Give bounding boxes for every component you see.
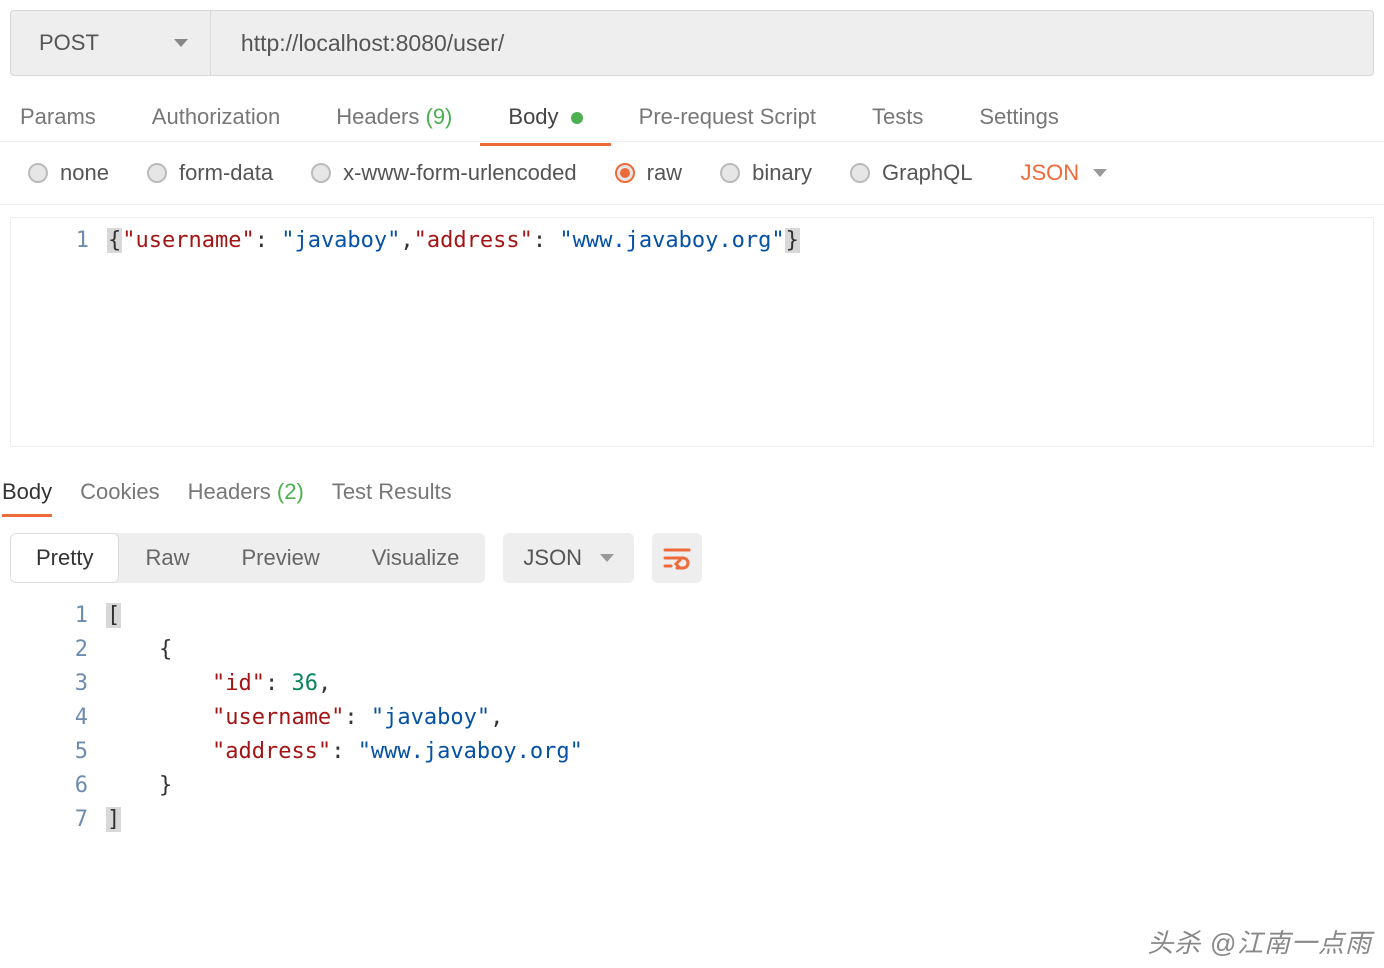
- rtab-headers[interactable]: Headers (2): [188, 473, 304, 515]
- wrap-icon: [663, 546, 691, 570]
- line-number: 3: [10, 667, 88, 701]
- code-line: {"username": "javaboy","address": "www.j…: [107, 224, 1373, 258]
- radio-icon: [28, 163, 48, 183]
- seg-visualize[interactable]: Visualize: [346, 533, 486, 583]
- radio-raw[interactable]: raw: [615, 160, 682, 186]
- line-number: 6: [10, 769, 88, 803]
- seg-pretty[interactable]: Pretty: [10, 533, 119, 583]
- response-format-value: JSON: [523, 545, 582, 571]
- seg-preview[interactable]: Preview: [215, 533, 345, 583]
- http-method-value: POST: [39, 30, 99, 56]
- wrap-lines-button[interactable]: [652, 533, 702, 583]
- content-type-select[interactable]: JSON: [1021, 160, 1108, 186]
- radio-graphql[interactable]: GraphQL: [850, 160, 973, 186]
- response-format-select[interactable]: JSON: [503, 533, 634, 583]
- radio-icon: [850, 163, 870, 183]
- response-tabs: Body Cookies Headers (2) Test Results: [0, 447, 1384, 515]
- tab-params[interactable]: Params: [10, 94, 124, 144]
- line-number: 2: [10, 633, 88, 667]
- content-type-value: JSON: [1021, 160, 1080, 186]
- request-tabs: Params Authorization Headers (9) Body Pr…: [0, 96, 1384, 142]
- http-method-select[interactable]: POST: [11, 11, 211, 75]
- response-body-editor[interactable]: 1 2 3 4 5 6 7 [ { "id": 36, "username": …: [10, 595, 1374, 837]
- tab-settings[interactable]: Settings: [951, 94, 1087, 144]
- code-line: [: [106, 599, 1374, 633]
- url-value: http://localhost:8080/user/: [241, 30, 504, 57]
- response-toolbar: Pretty Raw Preview Visualize JSON: [0, 515, 1384, 591]
- radio-icon: [720, 163, 740, 183]
- line-number: 7: [10, 803, 88, 837]
- tab-headers-label: Headers: [336, 104, 419, 129]
- code-line: }: [106, 769, 1374, 803]
- radio-icon: [311, 163, 331, 183]
- tab-prerequest[interactable]: Pre-request Script: [611, 94, 844, 144]
- body-type-row: none form-data x-www-form-urlencoded raw…: [0, 142, 1384, 205]
- chevron-down-icon: [600, 554, 614, 562]
- seg-raw[interactable]: Raw: [119, 533, 215, 583]
- watermark: 头杀 @江南一点雨: [1147, 923, 1372, 960]
- chevron-down-icon: [1093, 169, 1107, 177]
- radio-icon: [147, 163, 167, 183]
- tab-headers[interactable]: Headers (9): [308, 94, 480, 144]
- line-number: 4: [10, 701, 88, 735]
- radio-binary[interactable]: binary: [720, 160, 812, 186]
- response-gutter: 1 2 3 4 5 6 7: [10, 595, 106, 837]
- request-body-editor[interactable]: 1 {"username": "javaboy","address": "www…: [10, 217, 1374, 447]
- rtab-headers-label: Headers: [188, 479, 271, 504]
- line-number: 5: [10, 735, 88, 769]
- response-code[interactable]: [ { "id": 36, "username": "javaboy", "ad…: [106, 595, 1374, 837]
- view-mode-group: Pretty Raw Preview Visualize: [10, 533, 485, 583]
- editor-code[interactable]: {"username": "javaboy","address": "www.j…: [107, 218, 1373, 446]
- code-line: ]: [106, 803, 1374, 837]
- code-line: {: [106, 633, 1374, 667]
- code-line: "username": "javaboy",: [106, 701, 1374, 735]
- radio-urlencoded[interactable]: x-www-form-urlencoded: [311, 160, 577, 186]
- tab-body[interactable]: Body: [480, 94, 610, 144]
- rtab-body[interactable]: Body: [2, 473, 52, 515]
- tab-headers-count: (9): [426, 104, 453, 129]
- radio-none[interactable]: none: [28, 160, 109, 186]
- request-bar: POST http://localhost:8080/user/: [10, 10, 1374, 76]
- code-line: "id": 36,: [106, 667, 1374, 701]
- line-number: 1: [11, 224, 89, 258]
- code-line: "address": "www.javaboy.org": [106, 735, 1374, 769]
- editor-gutter: 1: [11, 218, 107, 446]
- radio-form-data[interactable]: form-data: [147, 160, 273, 186]
- line-number: 1: [10, 599, 88, 633]
- dot-indicator-icon: [571, 112, 583, 124]
- radio-icon: [615, 163, 635, 183]
- tab-body-label: Body: [508, 104, 558, 129]
- rtab-headers-count: (2): [277, 479, 304, 504]
- url-input[interactable]: http://localhost:8080/user/: [211, 11, 1373, 75]
- rtab-test-results[interactable]: Test Results: [332, 473, 452, 515]
- tab-tests[interactable]: Tests: [844, 94, 951, 144]
- rtab-cookies[interactable]: Cookies: [80, 473, 159, 515]
- chevron-down-icon: [174, 39, 188, 47]
- tab-authorization[interactable]: Authorization: [124, 94, 308, 144]
